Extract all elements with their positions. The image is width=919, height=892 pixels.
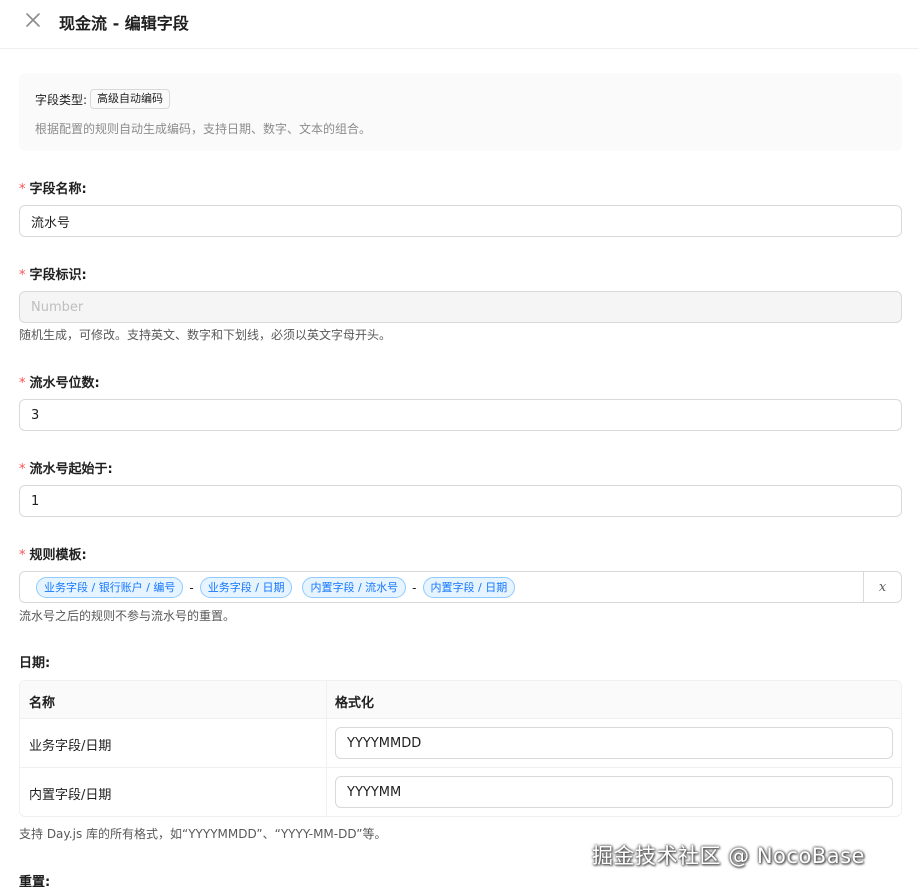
table-row: 业务字段/日期 YYYYMMDD [20, 719, 901, 768]
drawer-header: 现金流 - 编辑字段 [0, 0, 919, 49]
field-key-label-text: 字段标识: [29, 268, 87, 283]
drawer-title: 现金流 - 编辑字段 [59, 14, 189, 33]
field-key-input: Number [19, 291, 902, 323]
field-name-label-text: 字段名称: [29, 182, 87, 197]
rule-template-items: 业务字段 / 银行账户 / 编号 - 业务字段 / 日期 内置字段 / 流水号 … [36, 577, 516, 598]
serial-start-label: * 流水号起始于: [19, 458, 113, 477]
close-button[interactable] [24, 10, 42, 30]
date-section-label: 日期: [19, 656, 51, 671]
rule-chip-serial-number[interactable]: 内置字段 / 流水号 [302, 577, 407, 598]
table-header: 名称 格式化 [20, 681, 901, 719]
field-name-label: * 字段名称: [19, 178, 87, 197]
variable-button[interactable]: x [863, 572, 901, 602]
required-mark: * [19, 462, 26, 477]
rule-template-help: 流水号之后的规则不参与流水号的重置。 [19, 609, 236, 623]
field-type-description: 根据配置的规则自动生成编码，支持日期、数字、文本的组合。 [35, 122, 372, 136]
rule-chip-business-date[interactable]: 业务字段 / 日期 [199, 577, 293, 598]
rule-template-label-text: 规则模板: [29, 548, 87, 563]
row-name: 内置字段/日期 [29, 788, 112, 803]
column-header-name: 名称 [29, 696, 56, 711]
field-type-line: 字段类型: 高级自动编码 [35, 89, 171, 109]
required-mark: * [19, 182, 26, 197]
field-name-input[interactable]: 流水号 [19, 205, 902, 237]
serial-digits-label-text: 流水号位数: [29, 376, 100, 391]
date-format-input[interactable]: YYYYMM [335, 776, 893, 808]
date-format-table: 名称 格式化 业务字段/日期 YYYYMMDD 内置字段/日期 YYYYMM [19, 680, 902, 817]
required-mark: * [19, 376, 26, 391]
rule-template-input[interactable]: 业务字段 / 银行账户 / 编号 - 业务字段 / 日期 内置字段 / 流水号 … [19, 571, 902, 603]
column-divider [326, 681, 327, 816]
field-type-tag: 高级自动编码 [90, 89, 171, 109]
rule-chip-builtin-date[interactable]: 内置字段 / 日期 [422, 577, 516, 598]
table-row: 内置字段/日期 YYYYMM [20, 768, 901, 816]
column-header-format: 格式化 [335, 696, 375, 711]
required-mark: * [19, 268, 26, 283]
field-type-panel: 字段类型: 高级自动编码 根据配置的规则自动生成编码，支持日期、数字、文本的组合… [19, 73, 902, 151]
serial-start-label-text: 流水号起始于: [29, 462, 113, 477]
serial-start-input[interactable]: 1 [19, 485, 902, 517]
required-mark: * [19, 548, 26, 563]
field-type-label: 字段类型: [35, 92, 88, 107]
field-key-label: * 字段标识: [19, 264, 87, 283]
watermark: 掘金技术社区 @ NocoBase [592, 844, 865, 868]
field-key-help: 随机生成，可修改。支持英文、数字和下划线，必须以英文字母开头。 [19, 328, 392, 342]
rule-chip-bank-account-number[interactable]: 业务字段 / 银行账户 / 编号 [36, 577, 184, 598]
serial-digits-input[interactable]: 3 [19, 399, 902, 431]
row-name: 业务字段/日期 [29, 739, 112, 754]
rule-separator: - [412, 580, 417, 595]
rule-template-label: * 规则模板: [19, 544, 87, 563]
rule-separator: - [189, 580, 194, 595]
date-format-help: 支持 Day.js 库的所有格式，如“YYYYMMDD”、“YYYY-MM-DD… [19, 827, 387, 841]
serial-digits-label: * 流水号位数: [19, 372, 100, 391]
reset-section-label: 重置: [19, 875, 51, 890]
close-icon [26, 13, 40, 27]
date-format-input[interactable]: YYYYMMDD [335, 727, 893, 759]
